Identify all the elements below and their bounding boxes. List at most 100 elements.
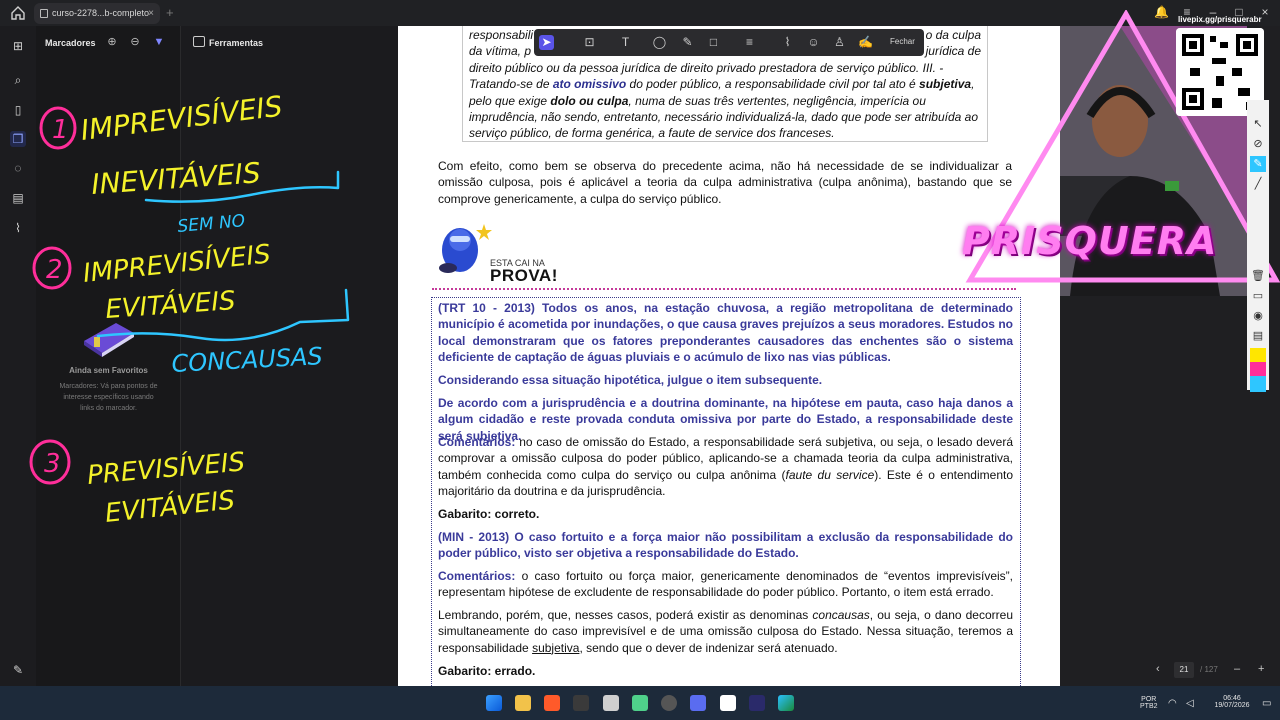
- empty-bookmarks-illustration: [84, 323, 134, 357]
- shape-tool-icon[interactable]: □: [706, 35, 721, 50]
- attachment-icon[interactable]: ⌇: [10, 220, 26, 236]
- edit-icon[interactable]: ✎: [10, 662, 26, 678]
- page-icon[interactable]: ▯: [10, 102, 26, 118]
- livepix-link: livepix.gg/prisquerabr: [1178, 15, 1262, 24]
- quote-line-5c: , numa de suas três vertentes, negligênc…: [628, 93, 926, 108]
- quote-line-6: imprudência, não sendo, entretanto, nece…: [469, 110, 979, 125]
- comment-1-italic: faute du service: [785, 467, 875, 482]
- blue-color-swatch[interactable]: [1250, 376, 1266, 392]
- text-tool-icon[interactable]: T: [618, 35, 633, 50]
- quote-line-7: serviço público, de forma genérica, a fa…: [469, 126, 835, 141]
- question-2-statement: (MIN - 2013) O caso fortuito e a força m…: [438, 530, 1013, 561]
- app-icon-3[interactable]: [690, 695, 706, 711]
- app-icon-1[interactable]: [603, 695, 619, 711]
- cursor-icon[interactable]: ↖: [1250, 116, 1266, 132]
- edge-icon[interactable]: [778, 695, 794, 711]
- clipboard-icon[interactable]: ▤: [1250, 328, 1266, 344]
- comment-3: Lembrando, porém, que, nesses casos, pod…: [438, 607, 1013, 656]
- start-icon[interactable]: [486, 695, 502, 711]
- page-total: / 127: [1200, 665, 1218, 674]
- page-number-input[interactable]: 21: [1174, 662, 1194, 678]
- answer-2: Gabarito: errado.: [438, 664, 536, 678]
- comment-3-text-a: Lembrando, porém, que, nesses casos, pod…: [438, 608, 813, 622]
- quote-ato-omissivo: ato omissivo: [552, 77, 627, 92]
- notification-icon[interactable]: ▭: [1262, 698, 1271, 709]
- obs-icon[interactable]: [661, 695, 677, 711]
- empty-state-title: Ainda sem Favoritos: [69, 366, 148, 375]
- layers-icon[interactable]: ▤: [10, 190, 26, 206]
- left-rail: ⊞ ⌕ ▯ ❒ ◌ ▤ ⌇ ✎: [0, 26, 36, 686]
- grid-icon[interactable]: ⊞: [10, 38, 26, 54]
- body-paragraph: Com efeito, como bem se observa do prece…: [438, 159, 1012, 206]
- clock[interactable]: 06:46 19/07/2026: [1206, 695, 1258, 709]
- zoom-in-icon[interactable]: +: [1258, 663, 1264, 675]
- wifi-icon[interactable]: ◠: [1168, 698, 1177, 709]
- no-entry-icon[interactable]: ⊘: [1250, 136, 1266, 152]
- comment-icon[interactable]: ◌: [10, 160, 26, 176]
- trash-icon[interactable]: 🗑: [1250, 268, 1266, 284]
- app-icon-4[interactable]: [720, 695, 736, 711]
- remove-bookmark-icon[interactable]: ⊖: [128, 35, 142, 49]
- comment-3-text-e: , sendo que o dever de indenizar será at…: [579, 640, 838, 655]
- line-tool-icon[interactable]: ≡: [742, 35, 757, 50]
- file-explorer-icon[interactable]: [515, 695, 531, 711]
- comment-3-underlined: subjetiva: [532, 640, 580, 655]
- search-icon[interactable]: ⌕: [10, 72, 26, 88]
- close-toolbar-button[interactable]: Fechar: [890, 37, 915, 46]
- panel-title: Marcadores: [45, 38, 96, 48]
- highlighter-icon[interactable]: ✎: [1250, 156, 1266, 172]
- question-1-prompt: Considerando essa situação hipotética, j…: [438, 373, 823, 387]
- right-tool-strip: ↖ ⊘ ✎ ╱ 🗑 ▭ ◉ ▤: [1247, 100, 1269, 392]
- pdf-file-icon: [40, 9, 48, 18]
- new-tab-button[interactable]: +: [166, 5, 174, 20]
- attach-tool-icon[interactable]: ⌇: [780, 35, 795, 50]
- keyboard-layout: PTB2: [1140, 703, 1158, 710]
- toolbox-icon: [193, 36, 205, 47]
- clock-time: 06:46: [1223, 695, 1241, 702]
- bookmark-icon[interactable]: ❒: [10, 131, 26, 147]
- quote-line-4a: Tratando-se de: [469, 77, 553, 92]
- monitor-icon[interactable]: ▭: [1250, 288, 1266, 304]
- comment-2-text: o caso fortuito ou força maior, generica…: [438, 569, 1013, 600]
- document-tab[interactable]: curso-2278...b-completo ×: [34, 3, 160, 24]
- bookmarks-panel: Marcadores ⊕ ⊖ ▼ Ainda sem Favoritos Mar…: [36, 26, 251, 686]
- prova-big-label: PROVA!: [490, 266, 558, 285]
- page-navigator: ‹ 21 / 127 – +: [1150, 661, 1275, 681]
- signature-tool-icon[interactable]: ✍: [858, 35, 873, 50]
- pin-icon[interactable]: ▼: [152, 35, 166, 49]
- sticker-tool-icon[interactable]: ☺: [806, 35, 821, 50]
- screen: { "tab": { "title": "curso-2278...b-comp…: [0, 0, 1280, 720]
- question-1-statement: (TRT 10 - 2013) Todos os anos, na estaçã…: [438, 301, 1013, 365]
- camera-icon[interactable]: ◉: [1250, 308, 1266, 324]
- quote-line-5a: pelo que exige: [469, 93, 551, 108]
- language-indicator[interactable]: POR PTB2: [1140, 696, 1158, 710]
- quote-line-4c: do poder público, a responsabilidade civ…: [626, 77, 920, 92]
- line-icon[interactable]: ╱: [1250, 176, 1266, 192]
- comment-tool-icon[interactable]: ◯: [652, 35, 667, 50]
- zoom-out-icon[interactable]: –: [1234, 663, 1240, 675]
- quote-line-1: responsabili: [469, 28, 534, 42]
- pen-tool-icon[interactable]: ✎: [680, 35, 695, 50]
- stamp-tool-icon[interactable]: ♙: [832, 35, 847, 50]
- comment-1-label: Comentários:: [438, 435, 516, 449]
- area-select-icon[interactable]: ⊡: [582, 35, 597, 50]
- terminal-icon[interactable]: [573, 695, 589, 711]
- home-icon[interactable]: [10, 5, 26, 21]
- close-tab-icon[interactable]: ×: [148, 3, 154, 24]
- previous-page-icon[interactable]: ‹: [1156, 663, 1160, 675]
- comment-2: Comentários: o caso fortuito ou força ma…: [438, 568, 1013, 601]
- quote-line-3: direito público ou da pessoa jurídica de…: [469, 60, 944, 75]
- quote-line-2: da vítima, p: [469, 44, 532, 59]
- volume-icon[interactable]: ◁: [1186, 698, 1194, 709]
- comment-1: Comentários: no caso de omissão do Estad…: [438, 434, 1013, 500]
- section-divider: [432, 288, 1016, 290]
- comment-3-italic: concausas: [812, 608, 870, 622]
- select-tool-icon[interactable]: ➤: [539, 35, 554, 50]
- tools-title[interactable]: Ferramentas: [209, 38, 263, 48]
- app-icon-2[interactable]: [632, 695, 648, 711]
- quote-dolo-culpa: dolo ou culpa: [550, 93, 629, 108]
- add-bookmark-icon[interactable]: ⊕: [105, 35, 119, 49]
- brave-browser-icon[interactable]: [544, 695, 560, 711]
- stream-brand: PRISQUERA: [962, 219, 1218, 263]
- app-icon-5[interactable]: [749, 695, 765, 711]
